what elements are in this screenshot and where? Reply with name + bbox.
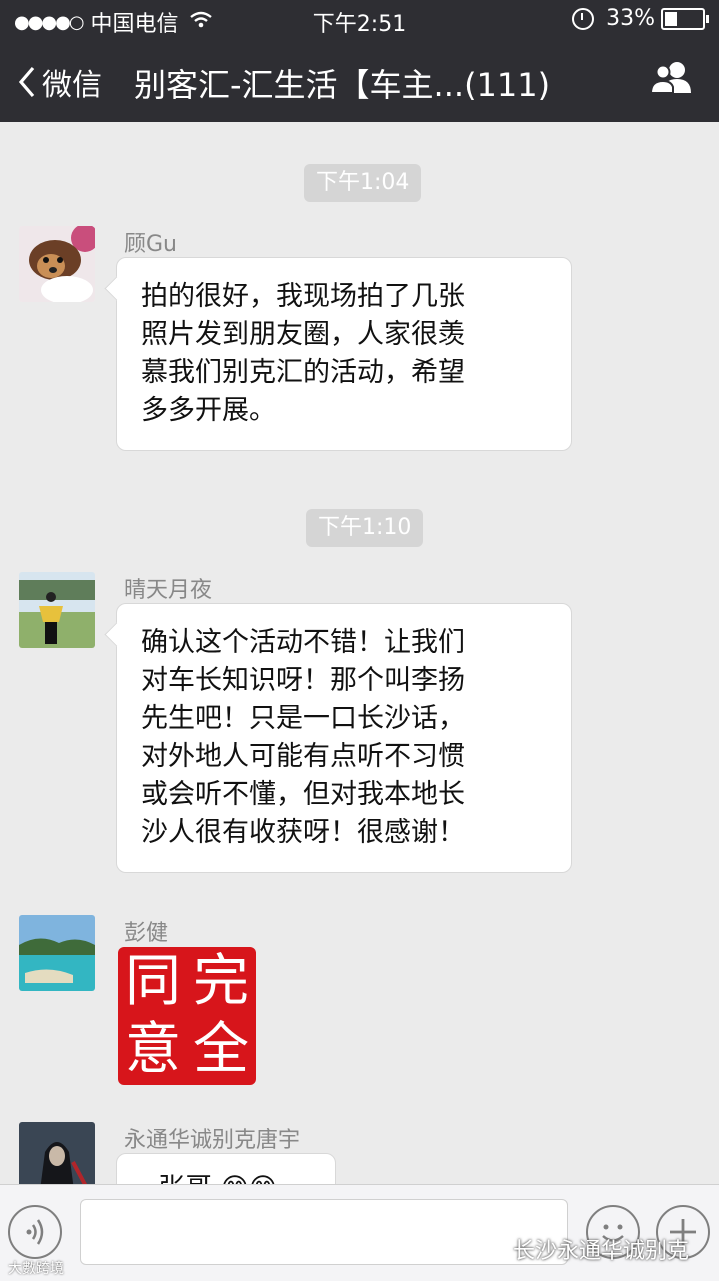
group-members-icon[interactable]: [649, 60, 695, 98]
avatar[interactable]: [19, 226, 95, 302]
message-line: 确认这个活动不错！让我们: [141, 627, 465, 658]
chat-messages[interactable]: 下午1:04 顾Gu 拍的很好，我现场拍了几张 照片发到朋友圈，人家很羡 慕我们…: [0, 122, 719, 1184]
brand-watermark: 长沙永通华诚别克: [478, 1233, 689, 1265]
message-line: 先生吧！只是一口长沙话，: [141, 703, 465, 734]
nav-bar: 微信 别客汇-汇生活【车主...(111): [0, 40, 719, 122]
sender-name: 晴天月夜: [124, 578, 213, 603]
battery-fill: [665, 11, 677, 26]
avatar[interactable]: [19, 915, 95, 991]
corner-watermark: 大數跨境: [8, 1261, 64, 1277]
back-button[interactable]: 微信: [18, 60, 102, 104]
message-bubble[interactable]: 确认这个活动不错！让我们 对车长知识呀！那个叫李扬 先生吧！只是一口长沙话， 对…: [116, 603, 572, 873]
battery-icon: [661, 7, 709, 30]
sender-name: 顾Gu: [124, 232, 177, 257]
chevron-left-icon: [18, 66, 35, 98]
timestamp: 下午1:04: [304, 164, 422, 202]
message-line: 多多开展。: [141, 395, 276, 426]
message-bubble[interactable]: 拍的很好，我现场拍了几张 照片发到朋友圈，人家很羡 慕我们别克汇的活动，希望 多…: [116, 257, 572, 451]
message-line: 对车长知识呀！那个叫李扬: [141, 665, 465, 696]
sticker-char: 同: [125, 949, 181, 1014]
avatar[interactable]: [19, 572, 95, 648]
battery-percent: 33%: [606, 6, 655, 31]
status-bar: ●●●●○ 中国电信 下午2:51 33%: [0, 0, 719, 40]
message-line: · 张哥 😄😄: [141, 1170, 315, 1184]
sticker-message[interactable]: 同 完 意 全: [118, 947, 256, 1085]
timestamp: 下午1:10: [306, 509, 424, 547]
back-label: 微信: [42, 68, 102, 103]
chat-title: 别客汇-汇生活【车主...(111): [134, 66, 551, 104]
message-bubble[interactable]: · 张哥 😄😄: [116, 1153, 336, 1184]
avatar[interactable]: [19, 1122, 95, 1184]
message-line: 照片发到朋友圈，人家很羡: [141, 319, 465, 350]
message-line: 对外地人可能有点听不习惯: [141, 741, 465, 772]
sticker-char: 全: [193, 1017, 249, 1082]
message-line: 慕我们别克汇的活动，希望: [141, 357, 465, 388]
message-line: 或会听不懂，但对我本地长: [141, 779, 465, 810]
header: ●●●●○ 中国电信 下午2:51 33% 微信 别客汇-汇生活【车主...(1…: [0, 0, 719, 122]
sender-name: 永通华诚别克唐宇: [124, 1128, 301, 1153]
alarm-icon: [572, 7, 595, 30]
brand-watermark-text: 长沙永通华诚别克: [513, 1239, 690, 1264]
wechat-logo-icon: [478, 1239, 513, 1264]
sender-name: 彭健: [124, 921, 169, 946]
sticker-char: 意: [125, 1017, 181, 1082]
message-line: 沙人很有收获呀！很感谢！: [141, 817, 465, 848]
voice-icon[interactable]: [8, 1205, 62, 1259]
message-line: 拍的很好，我现场拍了几张: [141, 281, 465, 312]
sticker-char: 完: [193, 949, 249, 1014]
